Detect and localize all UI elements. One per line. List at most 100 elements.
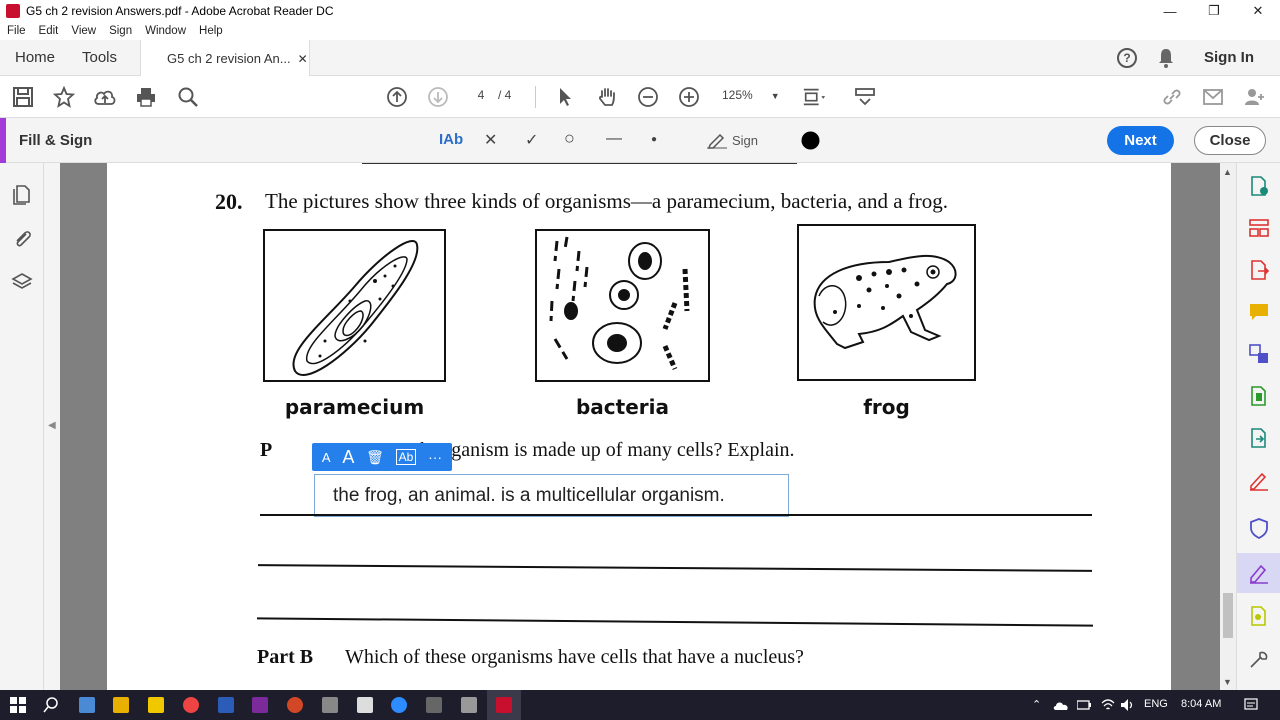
attachment-icon[interactable] [11, 227, 33, 249]
tray-notifications-icon[interactable] [1244, 698, 1258, 712]
vertical-scrollbar[interactable]: ▲ ▼ [1220, 163, 1236, 690]
previous-page-icon[interactable] [385, 85, 409, 109]
dot-tool[interactable]: ● [651, 134, 657, 145]
circle-tool[interactable]: ○ [564, 128, 575, 149]
close-window-button[interactable]: ✕ [1236, 0, 1280, 22]
taskbar-word-icon[interactable] [218, 697, 234, 713]
select-cursor-icon[interactable] [553, 85, 577, 109]
tray-onedrive-icon[interactable] [1053, 699, 1069, 711]
line-tool[interactable]: — [606, 130, 622, 148]
menu-view[interactable]: View [71, 25, 96, 37]
taskbar-sticky-notes-icon[interactable] [148, 697, 164, 713]
taskbar-zoom-icon[interactable] [391, 697, 407, 713]
notification-bell-icon[interactable] [1158, 48, 1174, 71]
menu-help[interactable]: Help [199, 25, 223, 37]
delete-icon[interactable]: 🗑 [366, 449, 384, 466]
pen-icon [707, 133, 727, 149]
scroll-down-icon[interactable]: ▼ [1223, 677, 1232, 687]
minimize-button[interactable]: — [1148, 0, 1192, 22]
print-icon[interactable] [134, 85, 158, 109]
hand-tool-icon[interactable] [595, 85, 619, 109]
next-button[interactable]: Next [1107, 126, 1174, 155]
menu-file[interactable]: File [7, 25, 26, 37]
menu-sign[interactable]: Sign [109, 25, 132, 37]
more-options-icon[interactable]: ··· [428, 449, 442, 465]
create-pdf-icon[interactable] [1248, 175, 1270, 197]
taskbar-chrome-icon[interactable] [183, 697, 199, 713]
taskbar-search-icon[interactable] [43, 697, 59, 713]
email-icon[interactable] [1201, 85, 1225, 109]
tray-chevron-up-icon[interactable]: ⌃ [1032, 698, 1041, 711]
decrease-font-icon[interactable]: A [322, 450, 331, 465]
taskbar-powerpoint-icon[interactable] [287, 697, 303, 713]
page-number-input[interactable]: 4 [466, 88, 496, 106]
save-icon[interactable] [11, 85, 35, 109]
more-tools-icon[interactable] [1248, 649, 1270, 671]
protect-shield-icon[interactable] [1248, 517, 1270, 539]
windows-start-icon[interactable] [10, 697, 26, 713]
organize-pages-icon[interactable] [1248, 217, 1270, 239]
taskbar-acrobat-icon[interactable] [496, 697, 512, 713]
tray-volume-icon[interactable] [1120, 698, 1134, 712]
frog-picture [797, 224, 976, 381]
edit-pdf-icon[interactable] [1248, 469, 1270, 491]
answer-text-field[interactable]: the frog, an animal. is a multicellular … [314, 474, 789, 517]
tab-home[interactable]: Home [15, 49, 55, 66]
layers-icon[interactable] [11, 271, 33, 293]
tab-close-icon[interactable]: ✕ [298, 52, 308, 66]
sign-button[interactable]: Sign [706, 131, 758, 149]
zoom-dropdown[interactable]: 125% ▼ [722, 88, 780, 102]
search-icon[interactable] [176, 85, 200, 109]
part-b-question: Which of these organisms have cells that… [345, 646, 804, 668]
taskbar-app-desktop-icon[interactable] [79, 697, 95, 713]
text-field-icon[interactable]: Ab [395, 449, 417, 465]
bookmark-star-icon[interactable] [52, 85, 76, 109]
main-toolbar: 4 / 4 125% ▼ [0, 76, 1280, 118]
certificate-icon[interactable] [1248, 605, 1270, 627]
next-page-icon[interactable] [426, 85, 450, 109]
taskbar-file-explorer-icon[interactable] [113, 697, 129, 713]
cross-mark-tool[interactable]: ✕ [484, 130, 497, 150]
tray-battery-icon[interactable] [1077, 699, 1091, 711]
increase-font-icon[interactable]: A [342, 447, 354, 468]
taskbar-grid-app-icon[interactable] [461, 697, 477, 713]
tab-document[interactable]: G5 ch 2 revision An... ✕ [140, 40, 310, 77]
taskbar-calculator-icon[interactable] [357, 697, 373, 713]
sign-in-button[interactable]: Sign In [1204, 49, 1254, 66]
page-thumbnails-icon[interactable] [11, 183, 33, 205]
close-button[interactable]: Close [1194, 126, 1266, 155]
add-text-tool[interactable]: IAb [439, 131, 463, 148]
tray-wifi-icon[interactable] [1101, 698, 1115, 712]
scroll-mode-icon[interactable] [853, 85, 877, 109]
combine-files-icon[interactable] [1248, 343, 1270, 365]
taskbar-app-icon[interactable] [322, 697, 338, 713]
check-mark-tool[interactable]: ✓ [525, 130, 538, 150]
restore-button[interactable]: ❐ [1192, 0, 1236, 22]
tab-tools[interactable]: Tools [82, 49, 117, 66]
question-number: 20. [215, 189, 243, 214]
page-fit-icon[interactable] [802, 85, 826, 109]
collapse-left-panel-icon[interactable]: ◀ [48, 420, 56, 431]
zoom-in-icon[interactable] [677, 85, 701, 109]
scrollbar-thumb[interactable] [1223, 593, 1233, 638]
zoom-out-icon[interactable] [636, 85, 660, 109]
upload-cloud-icon[interactable] [93, 85, 117, 109]
share-link-icon[interactable] [1160, 85, 1184, 109]
scroll-up-icon[interactable]: ▲ [1223, 167, 1232, 177]
pdf-page: 20. The pictures show three kinds of org… [107, 163, 1171, 690]
tray-language[interactable]: ENG [1144, 698, 1168, 710]
help-icon[interactable]: ? [1117, 48, 1137, 68]
compress-pdf-icon[interactable] [1248, 385, 1270, 407]
export-pdf-icon[interactable] [1248, 259, 1270, 281]
comment-icon[interactable] [1248, 301, 1270, 323]
sign-label: Sign [732, 132, 759, 148]
color-picker-icon[interactable] [801, 131, 820, 150]
fill-sign-tool-icon[interactable] [1248, 562, 1270, 584]
send-for-review-icon[interactable] [1248, 427, 1270, 449]
taskbar-onenote-icon[interactable] [252, 697, 268, 713]
taskbar-settings-icon[interactable] [426, 697, 442, 713]
add-user-icon[interactable] [1242, 85, 1266, 109]
menu-edit[interactable]: Edit [39, 25, 59, 37]
menu-window[interactable]: Window [145, 25, 186, 37]
tray-clock[interactable]: 8:04 AM [1181, 698, 1221, 710]
